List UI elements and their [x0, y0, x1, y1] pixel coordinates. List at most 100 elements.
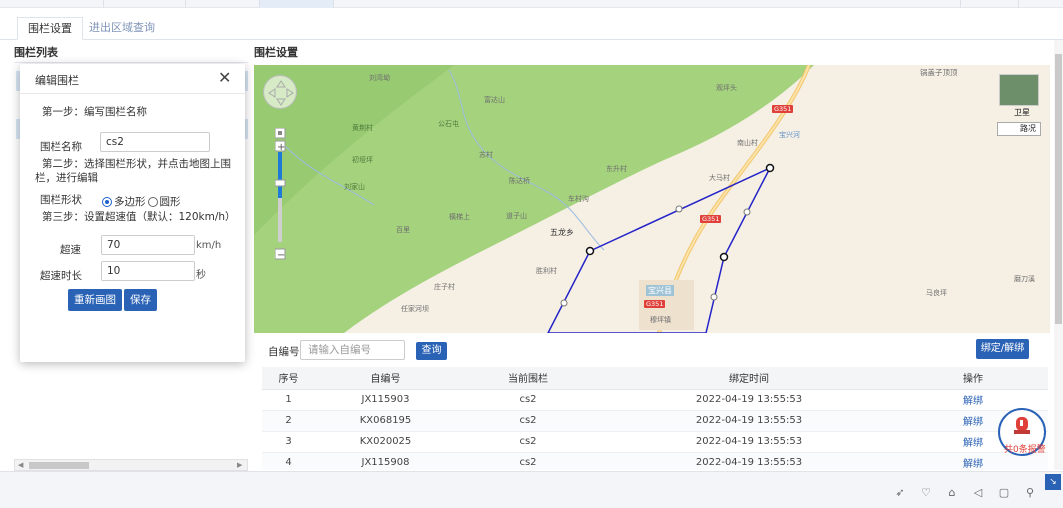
table-row: 4 JX115908 cs2 2022-04-19 13:55:53 解绑 — [262, 452, 1048, 470]
duration-label: 超速时长 — [40, 270, 82, 282]
map-zoom-control[interactable]: + − — [275, 128, 286, 264]
tab-fence-settings[interactable]: 围栏设置 — [17, 17, 83, 40]
cell-time: 2022-04-19 13:55:53 — [600, 410, 898, 432]
top-strip — [0, 0, 1063, 8]
map-place-label: 观坪头 — [716, 84, 737, 92]
road-badge: G351 — [700, 215, 722, 223]
step1-text: 第一步：编写围栏名称 — [42, 106, 147, 118]
svg-text:+: + — [277, 142, 285, 153]
map-view[interactable]: 刘湾坳 富达山 黄荆村 观坪头 公石屯 苏村 初垭坪 东升村 南山村 刘家山 陈… — [254, 65, 1050, 333]
dialog-header: 编辑围栏 ✕ — [20, 64, 245, 94]
cell-index: 3 — [262, 431, 315, 453]
redraw-button[interactable]: 重新画图 — [68, 289, 122, 311]
map-place-label: 橫梯上 — [449, 213, 470, 221]
app-root: 围栏设置 进出区域查询 围栏列表 围栏设置 ◀ ▶ 刘湾坳 富达山 黄荆村 观坪… — [0, 0, 1063, 508]
unbind-link[interactable]: 解绑 — [898, 389, 1048, 411]
save-button[interactable]: 保存 — [124, 289, 157, 311]
edit-fence-dialog: 编辑围栏 ✕ 第一步：编写围栏名称 围栏名称 第二步：选择围栏形状，并点击地图上… — [20, 64, 245, 362]
svg-text:−: − — [277, 250, 285, 261]
map-place-label: 锅盖子顶顶 — [920, 68, 958, 77]
polygon-radio[interactable] — [102, 196, 112, 207]
satellite-label[interactable]: 卫星 — [1014, 107, 1030, 118]
window-icon[interactable]: ▢ — [997, 486, 1011, 500]
map-place-label: 富达山 — [484, 96, 505, 104]
table-row: 2 KX068195 cs2 2022-04-19 13:55:53 解绑 — [262, 410, 1048, 432]
speaker-icon[interactable]: ◁ — [971, 486, 985, 500]
map-place-label: 刘家山 — [344, 183, 365, 191]
heart-icon[interactable]: ♡ — [919, 486, 933, 500]
close-icon[interactable]: ✕ — [218, 68, 231, 87]
road-traffic-button[interactable]: 路况 — [997, 122, 1041, 136]
map-place-label: 庄子村 — [434, 283, 455, 291]
col-header-index: 序号 — [262, 367, 315, 390]
map-place-label: 苏村 — [479, 151, 493, 159]
map-place-label: 道子山 — [506, 212, 527, 220]
cell-code: KX020025 — [315, 431, 456, 453]
map-place-label: 马良坪 — [926, 289, 947, 297]
map-place-label: 陈达桥 — [509, 177, 530, 185]
col-header-fence: 当前围栏 — [456, 367, 600, 390]
polygon-radio-label: 多边形 — [114, 196, 146, 208]
rocket-icon[interactable]: ➶ — [893, 486, 907, 500]
page-vertical-scrollbar[interactable] — [1054, 40, 1063, 470]
col-header-time: 绑定时间 — [600, 367, 898, 390]
dialog-title: 编辑围栏 — [35, 74, 79, 87]
map-place-label: 磨刀溪 — [1014, 275, 1035, 283]
map-place-label: 任家河坝 — [401, 305, 429, 313]
fence-list-scrollbar[interactable]: ◀ ▶ — [14, 459, 248, 471]
map-place-label: 穆坪镇 — [650, 316, 671, 324]
fence-shape-label: 围栏形状 — [40, 194, 82, 206]
map-place-label: 公石屯 — [438, 120, 459, 128]
cell-fence: cs2 — [456, 431, 600, 453]
duration-input[interactable] — [101, 261, 195, 281]
map-place-label: 百里 — [396, 226, 410, 234]
table-row: 1 JX115903 cs2 2022-04-19 13:55:53 解绑 — [262, 389, 1048, 411]
road-badge: G351 — [644, 300, 666, 308]
satellite-thumbnail[interactable] — [999, 74, 1039, 106]
binding-table-wrapper: 序号 自编号 当前围栏 绑定时间 操作 1 JX115903 cs2 2022-… — [262, 367, 1048, 470]
map-place-label: 初垭坪 — [352, 156, 373, 164]
zoom-slider: + − — [275, 128, 286, 261]
code-search-input[interactable] — [300, 340, 405, 360]
bind-unbind-button[interactable]: 绑定/解绑 — [976, 339, 1029, 359]
bottom-toolbar: ➶ ♡ ⌂ ◁ ▢ ⚲ — [0, 471, 1063, 508]
cell-fence: cs2 — [456, 389, 600, 411]
circle-radio[interactable] — [147, 196, 158, 207]
map-river-label: 宝兴河 — [779, 131, 800, 139]
duration-unit: 秒 — [196, 270, 206, 281]
map-place-label: 南山村 — [737, 139, 758, 147]
cell-fence: cs2 — [456, 452, 600, 470]
speed-unit: km/h — [196, 240, 222, 251]
map-place-label: 宝兴县 — [646, 285, 674, 296]
trash-icon[interactable]: ⌂ — [945, 486, 959, 500]
cell-fence: cs2 — [456, 410, 600, 432]
tab-bar: 围栏设置 进出区域查询 — [0, 8, 1063, 40]
alarm-count-label[interactable]: 共0条报警 — [1004, 442, 1046, 455]
cell-index: 4 — [262, 452, 315, 470]
code-search-label: 自编号 — [268, 346, 300, 358]
map-pan-control[interactable] — [263, 75, 297, 109]
tab-area-query[interactable]: 进出区域查询 — [79, 17, 165, 40]
road-badge: G351 — [772, 105, 794, 113]
map-place-label: 刘湾坳 — [369, 74, 390, 82]
col-header-action: 操作 — [898, 367, 1048, 390]
col-header-code: 自编号 — [315, 367, 456, 390]
cell-code: KX068195 — [315, 410, 456, 432]
fence-shape-radio-group: 多边形 圆形 — [102, 194, 181, 209]
table-header-row: 序号 自编号 当前围栏 绑定时间 操作 — [262, 367, 1048, 390]
circle-radio-label: 圆形 — [159, 196, 181, 208]
speed-input[interactable] — [101, 235, 195, 255]
fence-name-label: 围栏名称 — [40, 141, 82, 153]
cell-index: 2 — [262, 410, 315, 432]
map-place-label: 大马村 — [709, 174, 730, 182]
corner-expand-icon[interactable]: ↘ — [1045, 474, 1061, 490]
pan-arrows-icon — [268, 80, 294, 106]
fence-name-input[interactable] — [100, 132, 210, 152]
map-place-label: 五龙乡 — [550, 228, 574, 237]
map-place-label: 车村沟 — [568, 195, 589, 203]
cell-time: 2022-04-19 13:55:53 — [600, 431, 898, 453]
cell-code: JX115903 — [315, 389, 456, 411]
query-button[interactable]: 查询 — [416, 342, 447, 360]
search-icon[interactable]: ⚲ — [1023, 486, 1037, 500]
cell-time: 2022-04-19 13:55:53 — [600, 389, 898, 411]
